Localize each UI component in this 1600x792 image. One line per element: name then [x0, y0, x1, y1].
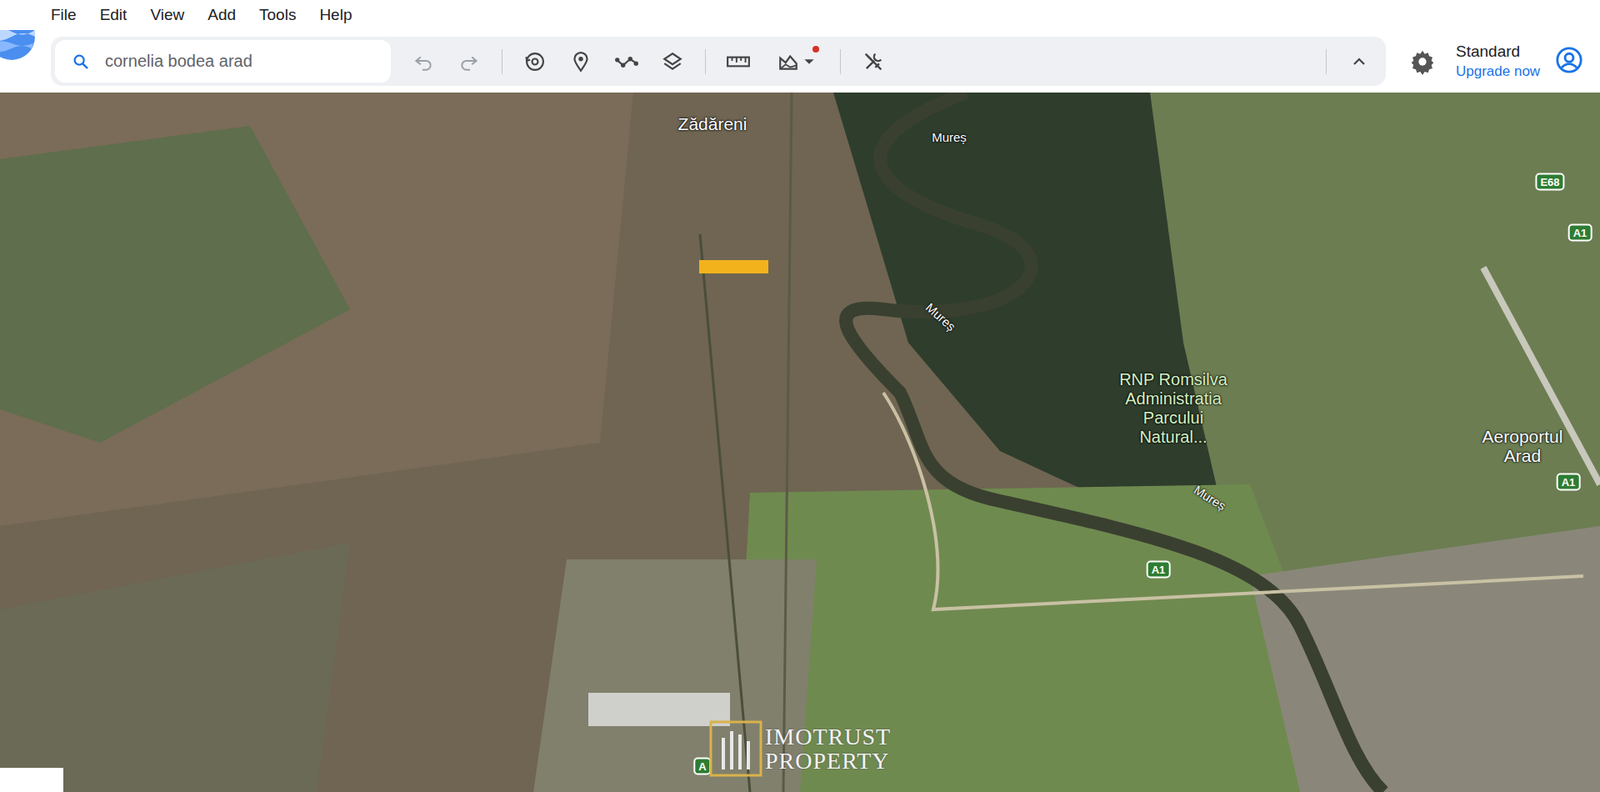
menu-item[interactable]: Add: [207, 5, 236, 25]
menu-item[interactable]: View: [150, 5, 185, 25]
path-icon[interactable]: [608, 43, 645, 80]
menu-item[interactable]: File: [50, 5, 77, 25]
ruler-icon[interactable]: [720, 43, 757, 80]
menu-bar: File Edit View Add Tools Help: [0, 0, 1600, 30]
satellite-imagery: [0, 92, 1600, 792]
landscape-icon: [776, 50, 800, 73]
gear-icon[interactable]: [1405, 45, 1440, 79]
divider: [840, 49, 841, 75]
search-field[interactable]: cornelia bodea arad: [55, 40, 391, 83]
account-icon[interactable]: [1555, 45, 1584, 78]
map-label[interactable]: A1: [1146, 560, 1171, 579]
history-icon[interactable]: [516, 43, 554, 80]
map-view[interactable]: ZădăreniMureșMureșRNP Romsilva Administr…: [0, 92, 1600, 792]
map-label[interactable]: Mureș: [931, 130, 967, 145]
watermark-logo-icon: [708, 719, 764, 778]
earth-logo-icon[interactable]: [0, 30, 51, 93]
redo-icon[interactable]: [450, 43, 488, 80]
menu-item[interactable]: Edit: [100, 5, 128, 25]
map-label[interactable]: A1: [1568, 224, 1593, 242]
search-icon: [71, 52, 90, 71]
tools-off-icon[interactable]: [855, 43, 892, 80]
notice-dot: [812, 45, 820, 53]
divider: [501, 49, 503, 75]
map-label[interactable]: A: [693, 757, 711, 775]
watermark: IMOTRUSTPROPERTY: [708, 719, 891, 778]
search-text[interactable]: cornelia bodea arad: [105, 51, 253, 71]
watermark-text: PROPERTY: [765, 748, 891, 773]
map-style-button[interactable]: [765, 43, 826, 80]
divider: [705, 49, 706, 75]
map-label[interactable]: Aeroportul Arad: [1482, 426, 1564, 465]
map-label[interactable]: RNP Romsilva Administratia Parcului Natu…: [1110, 370, 1236, 447]
watermark-text: IMOTRUST: [765, 724, 891, 749]
plan-info: Standard Upgrade now: [1455, 42, 1540, 80]
chevron-up-icon[interactable]: [1340, 43, 1378, 80]
map-label[interactable]: E68: [1535, 173, 1565, 191]
layers-icon[interactable]: [654, 43, 691, 80]
map-label[interactable]: A1: [1556, 473, 1581, 491]
menu-item[interactable]: Tools: [259, 5, 296, 25]
undo-icon[interactable]: [405, 43, 442, 80]
placemark-icon[interactable]: [562, 43, 600, 80]
menu-item[interactable]: Help: [319, 5, 352, 25]
plan-name: Standard: [1455, 42, 1540, 61]
account-area: Standard Upgrade now: [1405, 42, 1584, 80]
upgrade-link[interactable]: Upgrade now: [1455, 63, 1540, 80]
divider: [1325, 49, 1327, 75]
caret-down-icon: [803, 55, 815, 68]
map-label[interactable]: Zădăreni: [678, 114, 748, 134]
top-row: cornelia bodea arad Standard Upgrade now: [0, 30, 1600, 93]
google-earth-app: File Edit View Add Tools Help cornelia bodea …: [0, 0, 1600, 792]
toolbar: cornelia bodea arad: [50, 36, 1386, 86]
